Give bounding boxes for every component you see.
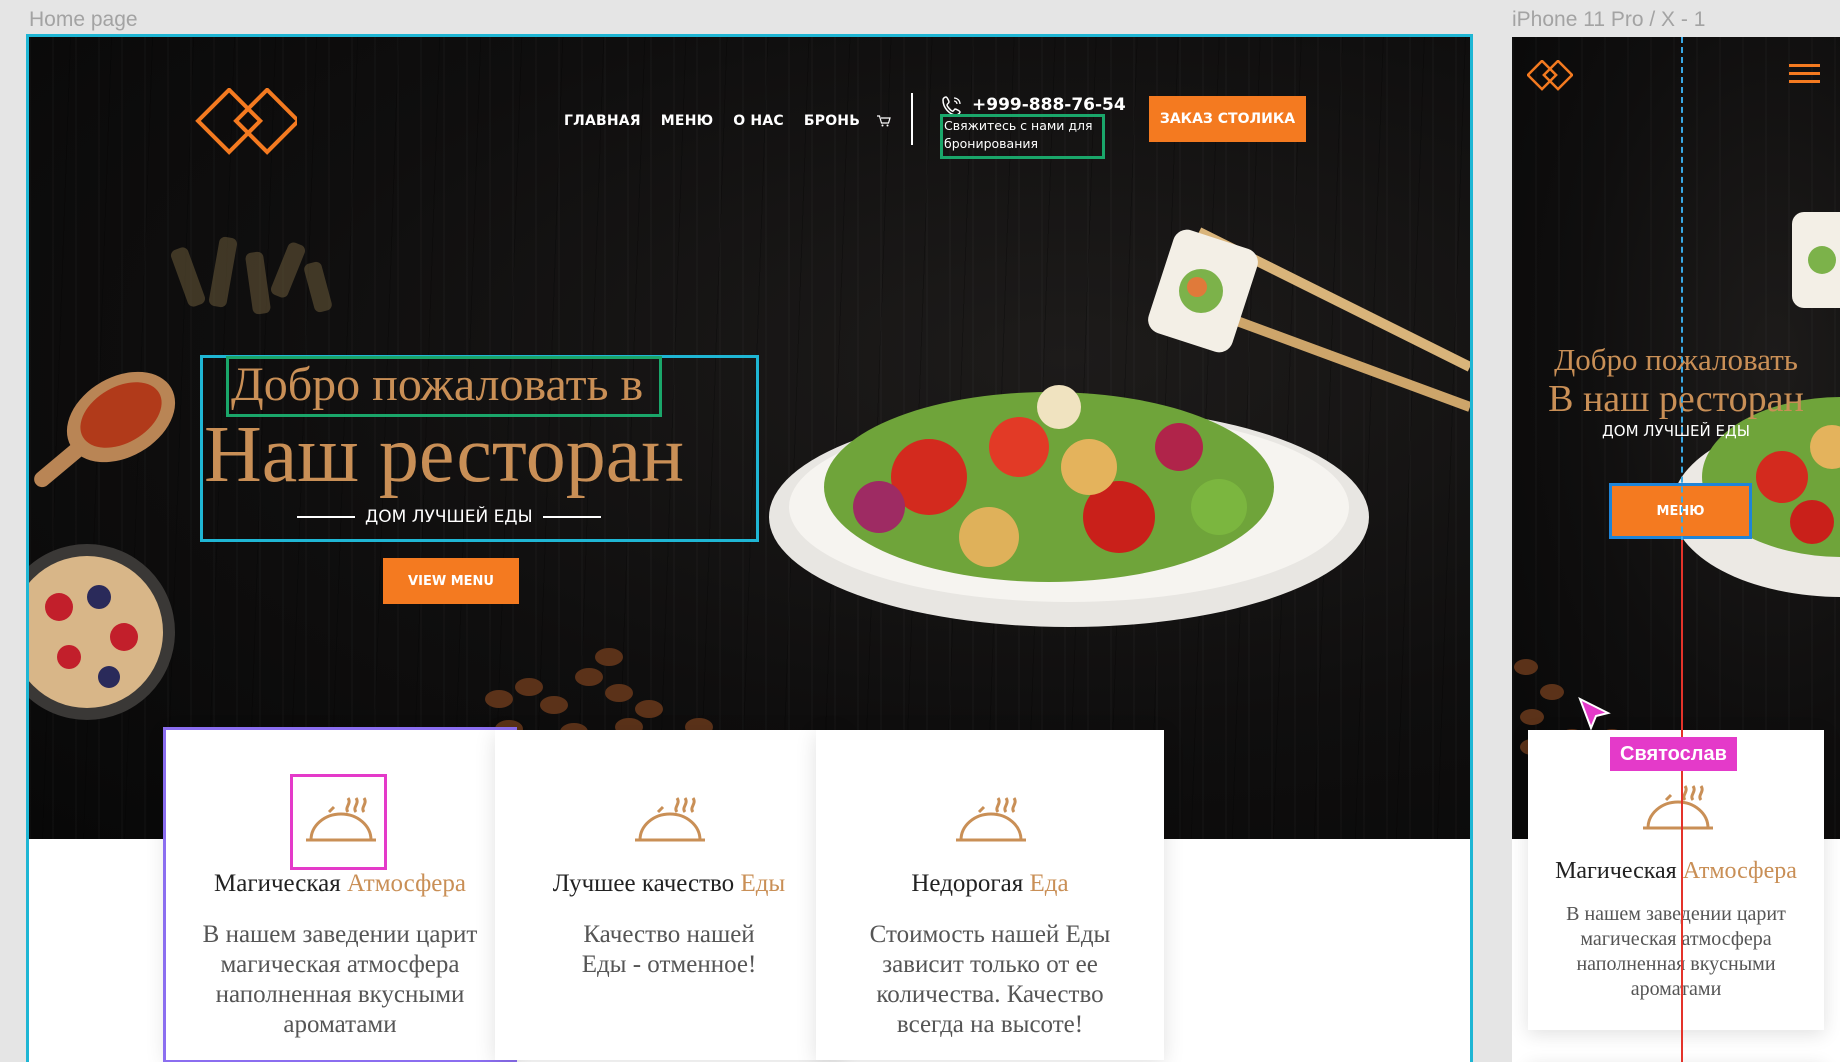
book-table-button[interactable]: ЗАКАЗ СТОЛИКА bbox=[1149, 96, 1306, 142]
main-nav: ГЛАВНАЯ МЕНЮ О НАС БРОНЬ bbox=[564, 113, 860, 129]
mobile-feature-title: Магическая Атмосфера bbox=[1555, 858, 1797, 884]
mobile-feature-card[interactable]: Магическая Атмосфера В нашем заведении ц… bbox=[1528, 730, 1824, 1030]
collaborator-cursor-icon bbox=[1578, 697, 1611, 731]
cloche-icon bbox=[1643, 785, 1713, 830]
mobile-logo-icon[interactable] bbox=[1527, 60, 1573, 92]
hamburger-icon[interactable] bbox=[1789, 62, 1820, 84]
icon-selection bbox=[290, 774, 387, 870]
cart-icon[interactable] bbox=[877, 115, 891, 127]
tagline-right-line bbox=[542, 516, 601, 518]
tagline-text: ДОМ ЛУЧШЕЙ ЕДЫ bbox=[365, 507, 533, 527]
phone-icon bbox=[942, 96, 961, 116]
nav-item-menu[interactable]: МЕНЮ bbox=[661, 113, 713, 129]
feature-title: Недорогая Еда bbox=[911, 870, 1069, 897]
nav-item-home[interactable]: ГЛАВНАЯ bbox=[564, 113, 641, 129]
hero-tagline: ДОМ ЛУЧШЕЙ ЕДЫ bbox=[297, 507, 601, 527]
tagline-left-line bbox=[297, 516, 355, 518]
header-divider bbox=[911, 93, 913, 145]
feature-title: Лучшее качество Еды bbox=[552, 870, 786, 897]
mobile-frame[interactable]: Добро пожаловать В наш ресторан ДОМ ЛУЧШ… bbox=[1512, 37, 1840, 1062]
collaborator-name-tag: Святослав bbox=[1610, 737, 1737, 771]
feature-text: В нашем заведении царит магическая атмос… bbox=[202, 921, 478, 1038]
feature-card-atmosphere[interactable]: Магическая Атмосфера В нашем заведении ц… bbox=[163, 727, 517, 1062]
measure-line bbox=[1681, 540, 1683, 1062]
hero-title: Наш ресторан bbox=[204, 411, 685, 499]
feature-text: Качество нашей Еды - отменное! bbox=[581, 921, 757, 978]
mobile-hero-subtitle: Добро пожаловать bbox=[1554, 342, 1798, 377]
nav-item-about[interactable]: О НАС bbox=[733, 113, 784, 129]
mobile-feature-text: В нашем заведении царит магическая атмос… bbox=[1566, 903, 1786, 1000]
desktop-frame-label[interactable]: Home page bbox=[29, 8, 138, 32]
feature-title: Магическая Атмосфера bbox=[214, 870, 466, 897]
feature-card-price[interactable]: Недорогая Еда Стоимость нашей Еды зависи… bbox=[816, 730, 1164, 1060]
contact-note-selection bbox=[940, 114, 1105, 159]
diamond-logo-icon[interactable] bbox=[195, 88, 297, 158]
feature-text: Стоимость нашей Еды зависит только от ее… bbox=[869, 921, 1111, 1038]
mobile-hero-title: В наш ресторан bbox=[1548, 378, 1804, 420]
feature-card-quality[interactable]: Лучшее качество Еды Качество нашей Еды -… bbox=[495, 730, 843, 1060]
header-phone-number[interactable]: +999-888-76-54 bbox=[972, 95, 1126, 115]
cloche-icon bbox=[956, 797, 1026, 842]
cloche-icon bbox=[635, 797, 705, 842]
mobile-frame-label[interactable]: iPhone 11 Pro / X - 1 bbox=[1512, 8, 1705, 32]
hero-subtitle: Добро пожаловать в bbox=[231, 358, 644, 411]
mobile-hero-tagline: ДОМ ЛУЧШЕЙ ЕДЫ bbox=[1602, 422, 1750, 440]
nav-item-booking[interactable]: БРОНЬ bbox=[804, 113, 860, 129]
desktop-frame[interactable]: ГЛАВНАЯ МЕНЮ О НАС БРОНЬ +999-888-76-54 … bbox=[26, 34, 1473, 1062]
view-menu-button[interactable]: VIEW MENU bbox=[383, 558, 519, 604]
